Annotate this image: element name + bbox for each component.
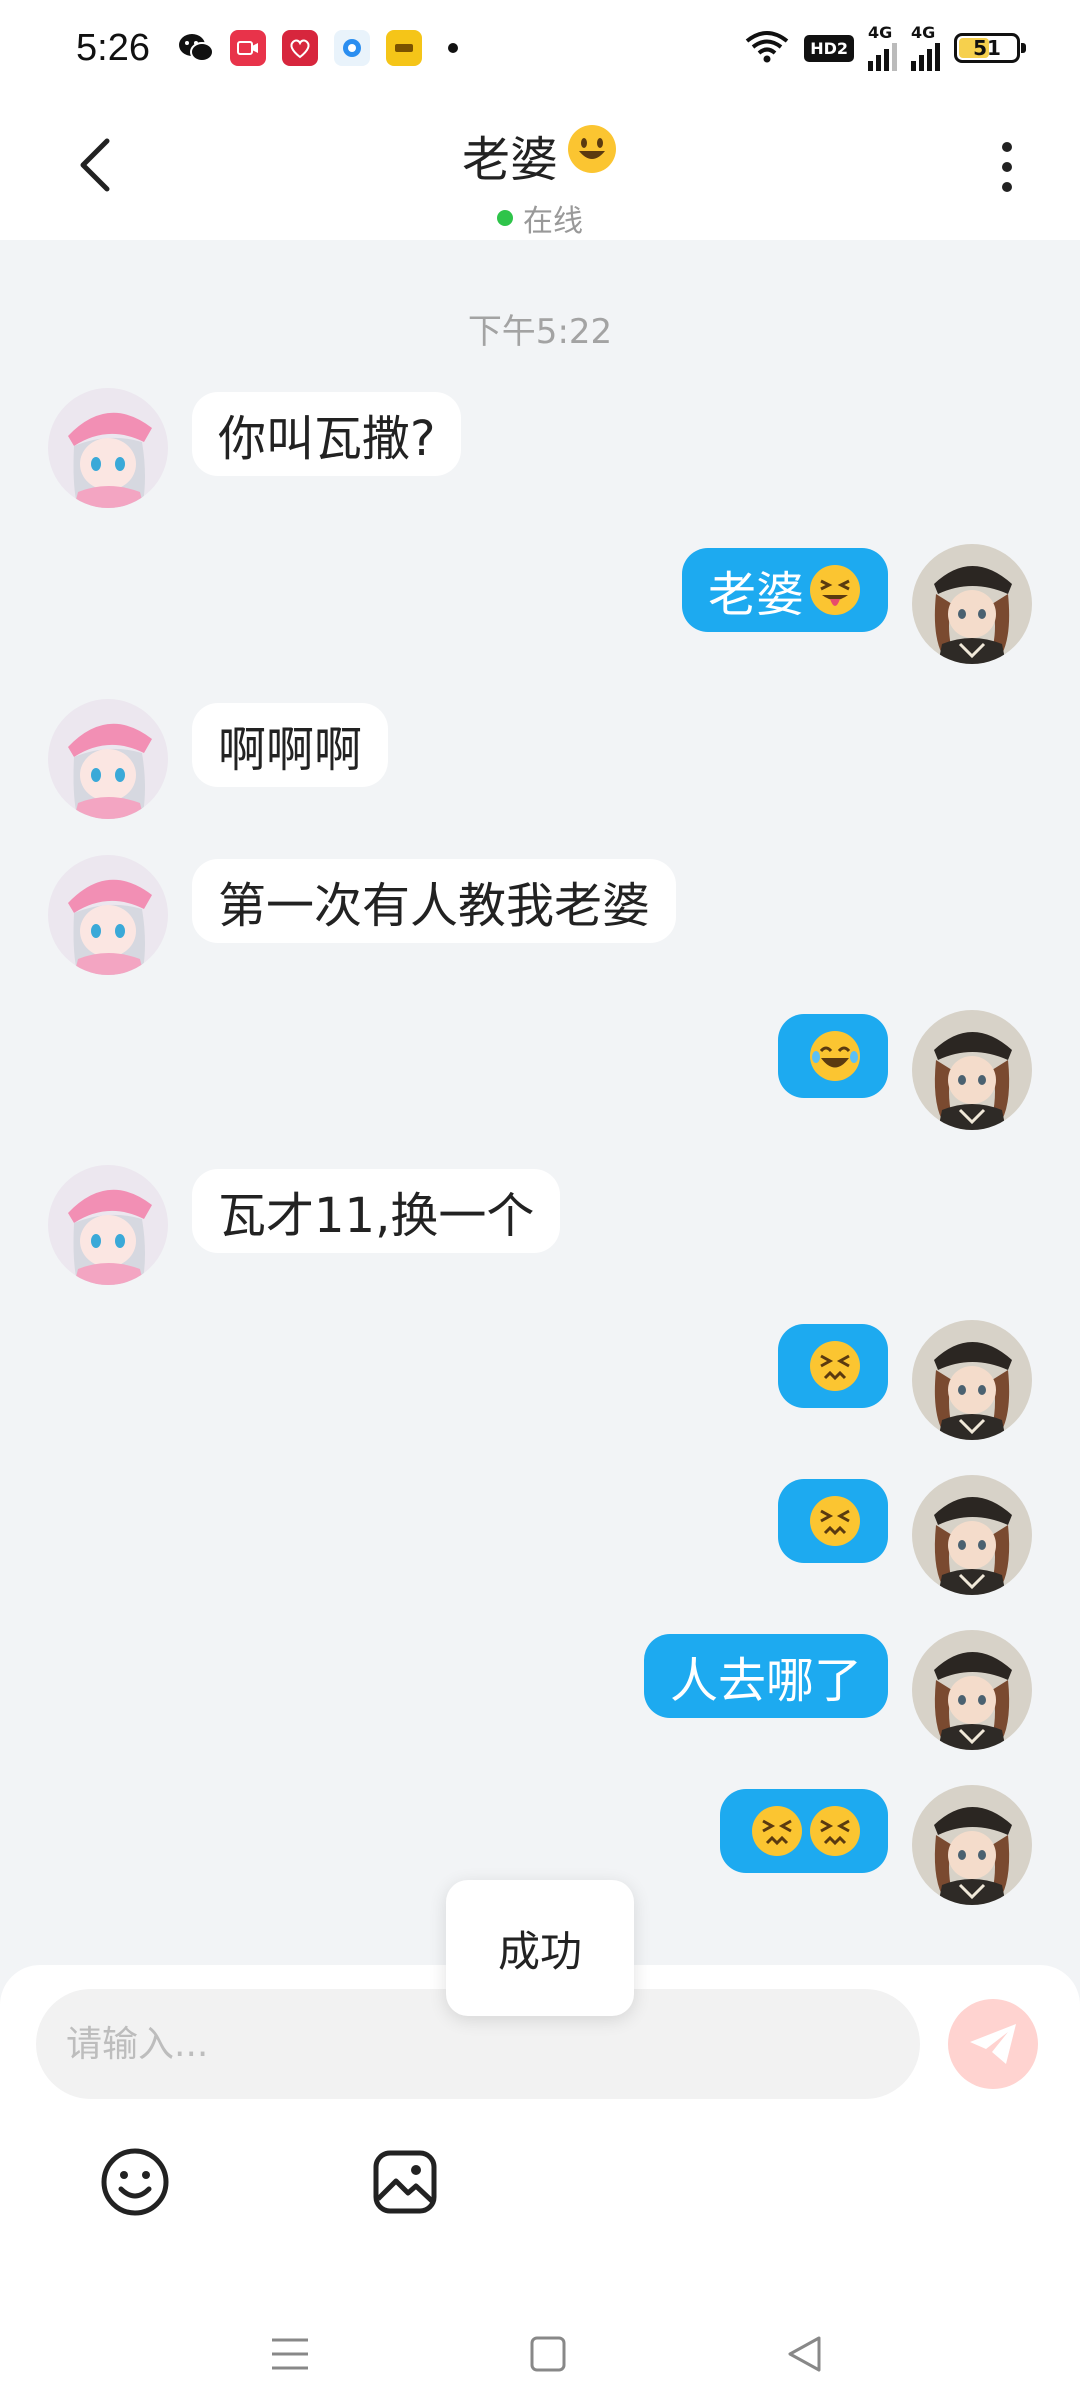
emoji-icon [101,2148,169,2216]
chat-area[interactable]: 下午5:22 你叫瓦撒? 老婆啊啊啊第一次有人教我老婆 瓦才11,换一个人去哪了 [0,240,1080,1965]
message-row [0,1320,1080,1444]
more-dot [1002,142,1012,152]
more-notifications-dot [447,43,458,53]
notification-icons [178,30,458,66]
battery-level: 51 [973,36,1001,60]
network-2-label: 4G [911,23,936,42]
gold-app-icon [385,30,422,66]
my-avatar[interactable] [912,1785,1032,1905]
confounded-emoji-icon [750,1804,804,1858]
chat-timestamp: 下午5:22 [467,312,613,352]
signal-1-icon: 4G [868,25,897,71]
contact-name: 老婆 [461,132,558,188]
confounded-emoji-icon [808,1494,862,1548]
message-text: 第一次有人教我老婆 [218,878,651,934]
hd-badge: HD2 [804,34,854,62]
laughing-tears-emoji-icon [808,1029,862,1083]
message-row: 第一次有人教我老婆 [0,855,1080,979]
message-row: 人去哪了 [0,1630,1080,1754]
message-bubble[interactable] [778,1479,888,1563]
message-bubble[interactable]: 瓦才11,换一个 [192,1169,561,1253]
more-options-button[interactable] [982,132,1032,202]
tongue-out-emoji-icon [808,563,862,617]
home-nav-button[interactable] [518,2324,578,2384]
more-dot [1002,162,1012,172]
signal-2-icon: 4G [911,25,940,71]
wifi-icon [744,29,790,67]
message-text: 老婆 [707,567,804,623]
message-row: 啊啊啊 [0,699,1080,823]
message-row [0,1010,1080,1134]
message-row: 瓦才11,换一个 [0,1165,1080,1289]
contact-avatar[interactable] [48,699,168,819]
message-bubble[interactable]: 人去哪了 [643,1634,888,1718]
menu-nav-button[interactable] [260,2324,320,2384]
message-bubble[interactable] [778,1324,888,1408]
system-nav-bar [0,2300,1080,2408]
message-text: 瓦才11,换一个 [218,1188,535,1244]
more-dot [1002,182,1012,192]
battery-icon: 51 [954,33,1026,63]
image-button[interactable] [368,2145,442,2219]
back-nav-button[interactable] [774,2324,834,2384]
online-status-text: 在线 [523,204,583,239]
online-dot-icon [497,210,513,226]
gift-app-icon [281,30,318,66]
status-time: 5:26 [76,26,150,69]
smiley-emoji-icon [566,123,618,187]
image-icon [373,2150,437,2214]
message-bubble[interactable]: 啊啊啊 [192,703,389,787]
header-center: 老婆 在线 [0,120,1080,240]
message-text: 你叫瓦撒? [218,411,436,467]
menu-icon [272,2338,308,2370]
message-bubble[interactable]: 老婆 [681,548,888,632]
home-square-icon [530,2336,566,2372]
emoji-button[interactable] [98,2145,172,2219]
message-text: 啊啊啊 [218,722,363,778]
contact-avatar[interactable] [48,388,168,508]
browser-icon [333,30,370,66]
message-bubble[interactable]: 你叫瓦撒? [192,392,462,476]
message-text: 人去哪了 [669,1653,862,1709]
chat-header: 老婆 在线 [0,96,1080,240]
my-avatar[interactable] [912,1320,1032,1440]
confounded-emoji-icon [808,1804,862,1858]
status-bar: 5:26 HD2 4G 4G 51 [0,0,1080,96]
network-1-label: 4G [868,23,893,42]
send-icon [970,2024,1016,2064]
wechat-icon [178,30,214,66]
message-row [0,1475,1080,1599]
confounded-emoji-icon [808,1339,862,1393]
contact-avatar[interactable] [48,1165,168,1285]
contact-avatar[interactable] [48,855,168,975]
my-avatar[interactable] [912,1010,1032,1130]
status-right: HD2 4G 4G 51 [744,25,1026,71]
contact-title: 老婆 [462,120,618,190]
message-bubble[interactable] [778,1014,888,1098]
online-status: 在线 [0,196,1080,240]
video-app-icon [229,30,266,66]
my-avatar[interactable] [912,1475,1032,1595]
message-row: 你叫瓦撒? [0,388,1080,512]
my-avatar[interactable] [912,544,1032,664]
message-row: 老婆 [0,544,1080,668]
message-bubble[interactable] [720,1789,888,1873]
success-toast: 成功 [446,1880,634,2016]
my-avatar[interactable] [912,1630,1032,1750]
back-triangle-icon [788,2336,821,2372]
message-bubble[interactable]: 第一次有人教我老婆 [192,859,677,943]
send-button[interactable] [948,1999,1038,2089]
